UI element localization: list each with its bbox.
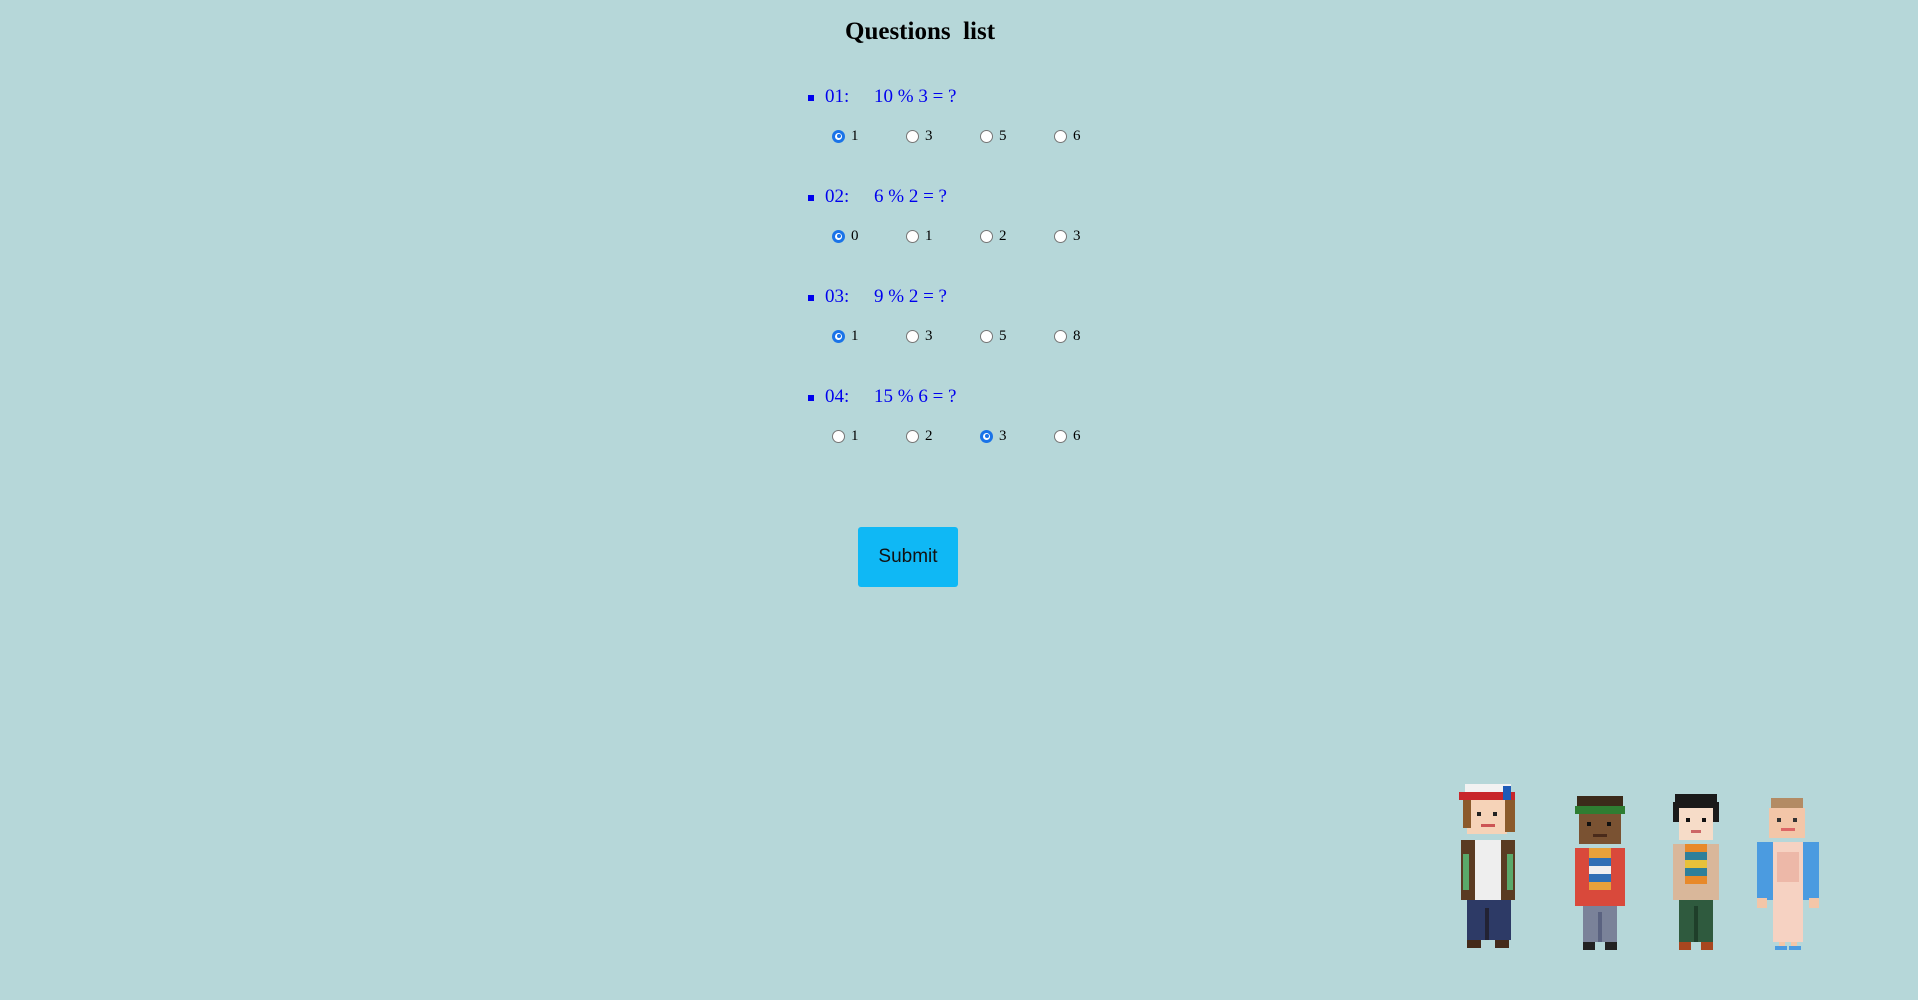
eleven-character-icon <box>1757 798 1819 950</box>
radio-button[interactable] <box>832 329 845 343</box>
radio-button[interactable] <box>832 129 845 143</box>
lucas-character-icon <box>1575 796 1625 950</box>
question-header: 04: 15 % 6 = ? <box>808 382 956 412</box>
option-label: 3 <box>925 127 933 144</box>
option-label: 1 <box>851 127 859 144</box>
question-number: 01: <box>825 86 850 107</box>
answer-option[interactable]: 1 <box>832 428 906 445</box>
answer-options: 1 3 5 6 <box>832 126 1128 146</box>
answer-options: 0 1 2 3 <box>832 226 1128 246</box>
pixel-characters <box>1455 780 1830 950</box>
question-number: 02: <box>825 186 850 207</box>
answer-options: 1 3 5 8 <box>832 326 1128 346</box>
option-label: 1 <box>851 427 859 444</box>
answer-option[interactable]: 3 <box>1054 228 1128 245</box>
page-title: Questions list <box>845 18 996 45</box>
answer-option[interactable]: 5 <box>980 128 1054 145</box>
answer-option[interactable]: 1 <box>832 328 906 345</box>
option-label: 5 <box>999 327 1007 344</box>
answer-option[interactable]: 3 <box>906 328 980 345</box>
option-label: 3 <box>1073 227 1081 244</box>
radio-button[interactable] <box>906 229 919 243</box>
answer-option[interactable]: 1 <box>906 228 980 245</box>
radio-button[interactable] <box>832 229 845 243</box>
answer-option[interactable]: 3 <box>980 428 1054 445</box>
question-text: 15 % 6 = ? <box>874 386 957 407</box>
option-label: 2 <box>999 227 1007 244</box>
radio-button[interactable] <box>1054 129 1067 143</box>
answer-option[interactable]: 6 <box>1054 428 1128 445</box>
radio-button[interactable] <box>906 329 919 343</box>
radio-button[interactable] <box>1054 229 1067 243</box>
option-label: 6 <box>1073 127 1081 144</box>
bullet-icon <box>808 394 814 401</box>
answer-option[interactable]: 5 <box>980 328 1054 345</box>
question-number: 04: <box>825 386 850 407</box>
question-header: 02: 6 % 2 = ? <box>808 182 947 212</box>
option-label: 3 <box>925 327 933 344</box>
option-label: 0 <box>851 227 859 244</box>
radio-button[interactable] <box>980 229 993 243</box>
question-header: 01: 10 % 3 = ? <box>808 82 956 112</box>
answer-option[interactable]: 8 <box>1054 328 1128 345</box>
question-text: 6 % 2 = ? <box>874 186 947 207</box>
questions-list: 01: 10 % 3 = ? 1 3 5 6 02: 6 % 2 = ? 0 1… <box>808 82 1308 482</box>
answer-options: 1 2 3 6 <box>832 426 1128 446</box>
dustin-character-icon <box>1459 784 1515 948</box>
option-label: 5 <box>999 127 1007 144</box>
option-label: 3 <box>999 427 1007 444</box>
quiz-page: Questions list 01: 10 % 3 = ? 1 3 5 6 02… <box>0 0 1918 1000</box>
question-text: 9 % 2 = ? <box>874 286 947 307</box>
answer-option[interactable]: 2 <box>906 428 980 445</box>
radio-button[interactable] <box>832 429 845 443</box>
option-label: 2 <box>925 427 933 444</box>
bullet-icon <box>808 94 814 101</box>
radio-button[interactable] <box>906 129 919 143</box>
question-number: 03: <box>825 286 850 307</box>
bullet-icon <box>808 294 814 301</box>
question-text: 10 % 3 = ? <box>874 86 957 107</box>
option-label: 8 <box>1073 327 1081 344</box>
answer-option[interactable]: 6 <box>1054 128 1128 145</box>
radio-button[interactable] <box>1054 429 1067 443</box>
radio-button[interactable] <box>980 329 993 343</box>
question-header: 03: 9 % 2 = ? <box>808 282 947 312</box>
answer-option[interactable]: 3 <box>906 128 980 145</box>
question-item: 02: 6 % 2 = ? 0 1 2 3 <box>808 182 1308 282</box>
question-item: 03: 9 % 2 = ? 1 3 5 8 <box>808 282 1308 382</box>
submit-button[interactable]: Submit <box>858 527 958 587</box>
option-label: 1 <box>851 327 859 344</box>
mike-character-icon <box>1673 794 1719 950</box>
radio-button[interactable] <box>980 429 993 443</box>
radio-button[interactable] <box>980 129 993 143</box>
answer-option[interactable]: 0 <box>832 228 906 245</box>
answer-option[interactable]: 1 <box>832 128 906 145</box>
radio-button[interactable] <box>1054 329 1067 343</box>
option-label: 1 <box>925 227 933 244</box>
question-item: 04: 15 % 6 = ? 1 2 3 6 <box>808 382 1308 482</box>
bullet-icon <box>808 194 814 201</box>
answer-option[interactable]: 2 <box>980 228 1054 245</box>
radio-button[interactable] <box>906 429 919 443</box>
question-item: 01: 10 % 3 = ? 1 3 5 6 <box>808 82 1308 182</box>
option-label: 6 <box>1073 427 1081 444</box>
